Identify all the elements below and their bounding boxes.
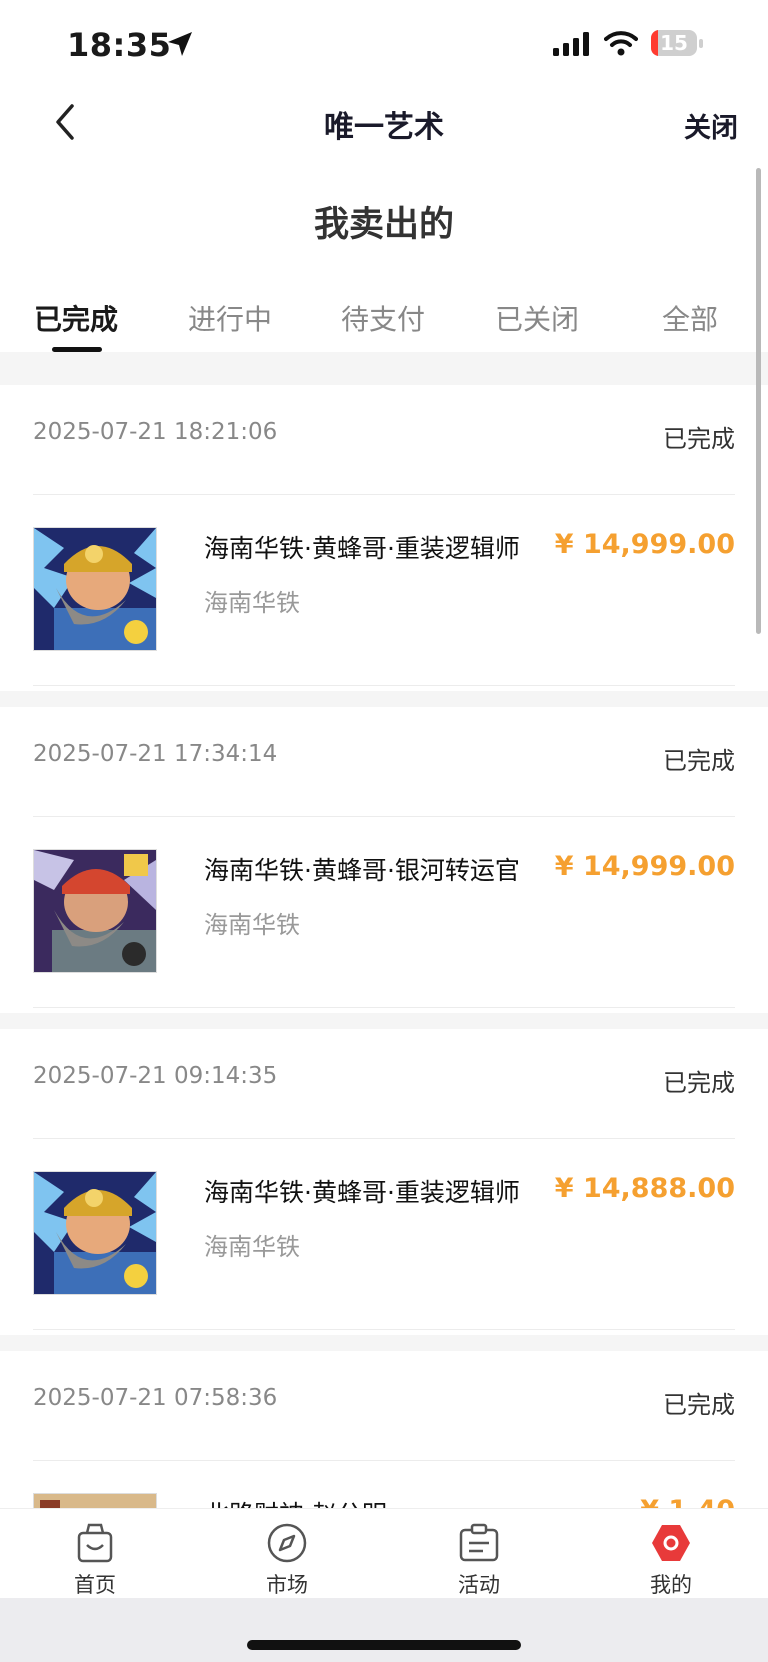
order-date: 2025-07-21 18:21:06 (33, 419, 278, 445)
tab-closed[interactable]: 已关闭 (495, 298, 579, 338)
tab-all[interactable]: 全部 (662, 298, 718, 338)
tabbar-item-home[interactable]: 首页 (35, 1521, 155, 1599)
product-thumbnail[interactable] (33, 1171, 157, 1295)
location-arrow-icon (168, 32, 192, 56)
home-indicator-area (0, 1598, 768, 1662)
profile-hexagon-icon (652, 1525, 690, 1561)
order-card[interactable]: 2025-07-21 18:21:06 已完成 海南华铁·黄蜂哥·重装逻辑师 海… (0, 385, 768, 691)
order-card[interactable]: 2025-07-21 17:34:14 已完成 海南华铁·黄蜂哥·银河转运官 海… (0, 707, 768, 1013)
status-bar: 18:35 15 (0, 0, 768, 90)
page-title: 我卖出的 (313, 205, 454, 245)
order-card[interactable]: 2025-07-21 09:14:35 已完成 海南华铁·黄蜂哥·重装逻辑师 海… (0, 1029, 768, 1335)
tabbar-label: 活动 (458, 1573, 500, 1597)
close-button[interactable]: 关闭 (684, 106, 738, 145)
tabbar-item-activities[interactable]: 活动 (419, 1521, 539, 1599)
order-date: 2025-07-21 07:58:36 (33, 1385, 278, 1411)
tabbar-label: 市场 (266, 1573, 308, 1597)
product-series: 海南华铁 (204, 1233, 300, 1261)
order-list[interactable]: 2025-07-21 18:21:06 已完成 海南华铁·黄蜂哥·重装逻辑师 海… (0, 352, 768, 1508)
tabbar-item-profile[interactable]: 我的 (611, 1521, 731, 1599)
cellular-signal-icon (553, 32, 589, 56)
battery-indicator: 15 (651, 30, 703, 58)
order-status: 已完成 (663, 747, 735, 775)
product-name: 海南华铁·黄蜂哥·重装逻辑师 (204, 534, 520, 563)
tab-in-progress[interactable]: 进行中 (188, 298, 272, 338)
sale-price: ¥ 14,999.00 (554, 529, 735, 560)
product-series: 海南华铁 (204, 911, 300, 939)
product-thumbnail[interactable] (33, 849, 157, 973)
product-name: 海南华铁·黄蜂哥·重装逻辑师 (204, 1178, 520, 1207)
sale-price: ¥ 14,999.00 (554, 851, 735, 882)
home-indicator[interactable] (247, 1640, 521, 1650)
tabbar-label: 我的 (650, 1573, 692, 1597)
order-status: 已完成 (663, 425, 735, 453)
shopping-bag-icon (77, 1523, 113, 1563)
order-date: 2025-07-21 09:14:35 (33, 1063, 278, 1089)
order-card[interactable]: 2025-07-21 07:58:36 已完成 北路财神 赵公明 ¥ 1.40 (0, 1351, 768, 1508)
product-series: 海南华铁 (204, 589, 300, 617)
navigation-bar: 唯一艺术 关闭 (0, 90, 768, 156)
app-title: 唯一艺术 (324, 110, 444, 145)
tab-pending-payment[interactable]: 待支付 (341, 298, 425, 338)
scrollbar[interactable] (756, 168, 761, 634)
sale-price: ¥ 14,888.00 (554, 1173, 735, 1204)
wifi-icon (604, 31, 638, 56)
bottom-tab-bar: 首页 市场 活动 我的 (0, 1508, 768, 1599)
order-status: 已完成 (663, 1391, 735, 1419)
order-status: 已完成 (663, 1069, 735, 1097)
tabbar-item-market[interactable]: 市场 (227, 1521, 347, 1599)
sale-price: ¥ 1.40 (640, 1495, 735, 1508)
order-status-tabs: 已完成 进行中 待支付 已关闭 全部 (0, 290, 768, 352)
product-name: 海南华铁·黄蜂哥·银河转运官 (204, 856, 520, 885)
tab-completed[interactable]: 已完成 (34, 298, 118, 338)
order-date: 2025-07-21 17:34:14 (33, 741, 278, 767)
tabbar-label: 首页 (74, 1573, 116, 1597)
compass-icon (267, 1523, 307, 1563)
product-name: 北路财神 赵公明 (204, 1495, 387, 1508)
product-thumbnail[interactable] (33, 527, 157, 651)
status-time: 18:35 (67, 26, 172, 64)
clipboard-icon (459, 1523, 499, 1562)
battery-level-text: 15 (660, 31, 688, 55)
product-thumbnail[interactable] (33, 1493, 157, 1508)
